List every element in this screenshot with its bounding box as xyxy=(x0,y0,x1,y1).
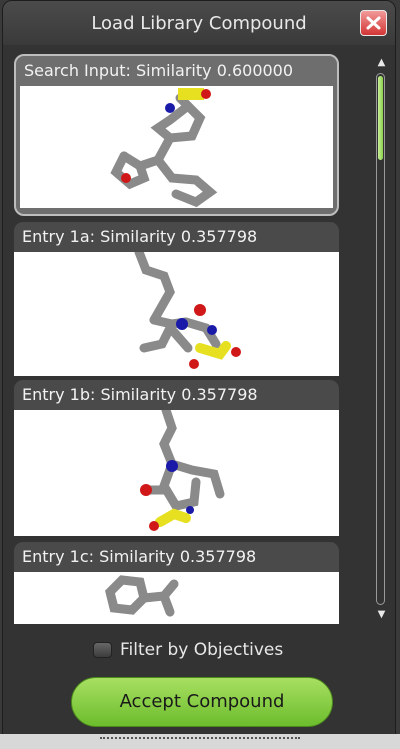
scroll-thumb[interactable] xyxy=(378,76,383,160)
compound-entry-label: Entry 1b: Similarity 0.357798 xyxy=(14,380,339,410)
filter-by-objectives-row[interactable]: Filter by Objectives xyxy=(93,638,283,662)
compound-entry-1b[interactable]: Entry 1b: Similarity 0.357798 xyxy=(14,380,339,536)
compound-entry-label: Entry 1a: Similarity 0.357798 xyxy=(14,222,339,252)
load-library-compound-dialog: Load Library Compound Search Input: Simi… xyxy=(2,0,396,749)
compound-entry-label: Entry 1c: Similarity 0.357798 xyxy=(14,542,339,572)
molecule-image xyxy=(14,572,339,624)
scroll-track[interactable] xyxy=(376,73,385,605)
resize-grip[interactable] xyxy=(100,737,300,741)
triangle-up-icon[interactable]: ▲ xyxy=(373,57,390,69)
compound-entry-label: Search Input: Similarity 0.600000 xyxy=(24,61,294,80)
molecule-structure-image xyxy=(134,247,241,369)
compound-entry-1a[interactable]: Entry 1a: Similarity 0.357798 xyxy=(14,222,339,376)
compound-list[interactable]: Search Input: Similarity 0.600000 Entry … xyxy=(14,54,339,624)
triangle-down-icon[interactable]: ▼ xyxy=(373,609,390,621)
molecule-structure-image xyxy=(105,575,179,617)
molecule-image xyxy=(14,405,339,536)
accept-compound-button[interactable]: Accept Compound xyxy=(71,677,333,727)
filter-by-objectives-label: Filter by Objectives xyxy=(120,640,284,660)
compound-entry-1c[interactable]: Entry 1c: Similarity 0.357798 xyxy=(14,542,339,624)
title-bar: Load Library Compound xyxy=(3,1,395,45)
molecule-image xyxy=(20,86,333,208)
list-scrollbar[interactable]: ▲ ▼ xyxy=(373,57,390,621)
molecule-structure-image xyxy=(140,405,225,531)
close-button[interactable] xyxy=(360,10,387,36)
molecule-image xyxy=(14,247,339,376)
compound-entry-search-input[interactable]: Search Input: Similarity 0.600000 xyxy=(14,54,339,216)
filter-by-objectives-checkbox[interactable] xyxy=(93,642,112,658)
dialog-title: Load Library Compound xyxy=(91,13,307,34)
molecule-structure-image xyxy=(110,88,218,208)
close-x-icon xyxy=(366,16,381,30)
